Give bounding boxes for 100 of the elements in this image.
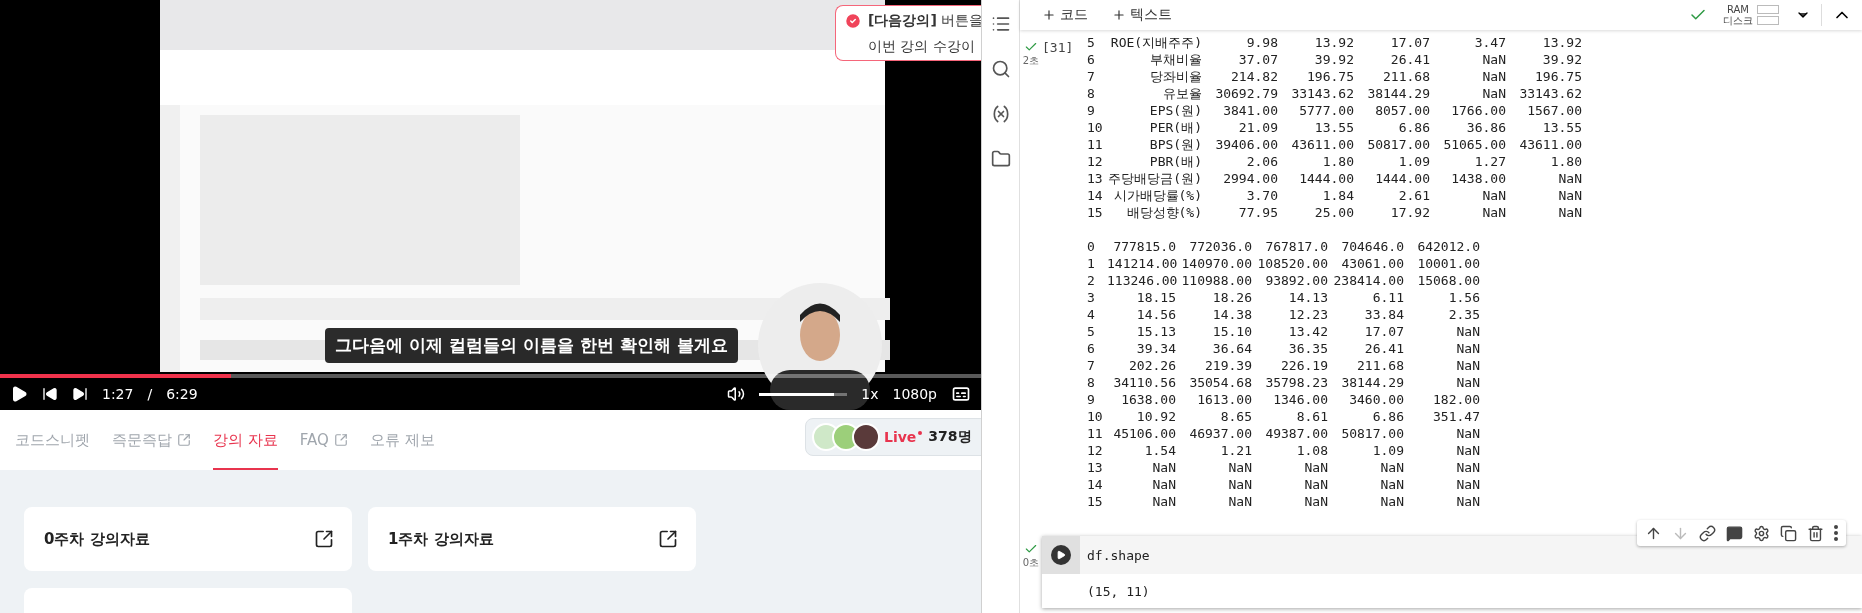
table-cell-text: NaN (1557, 204, 1582, 221)
table-cell-text: 43061.00 (1340, 255, 1404, 272)
run-time: 0초 (1022, 556, 1040, 570)
next-button[interactable] (72, 386, 88, 402)
row-index: 6 (1087, 51, 1096, 68)
table-cell-text: NaN (1481, 85, 1506, 102)
trash-icon (1807, 524, 1824, 542)
row-index: 15 (1087, 493, 1104, 510)
table-cell-text: 8.61 (1295, 408, 1328, 425)
play-button[interactable] (10, 385, 28, 403)
table-cell-text: 1.21 (1219, 442, 1252, 459)
table-cell-text: 2994.00 (1222, 170, 1278, 187)
table-cell-text: 5777.00 (1298, 102, 1354, 119)
more-button[interactable] (1834, 525, 1838, 541)
table-cell-text: 772036.0 (1188, 238, 1252, 255)
row-index: 15 (1087, 204, 1104, 221)
table-cell-text: NaN (1379, 493, 1404, 510)
subtitle: 그다음에 이제 컬럼들의 이름을 한번 확인해 볼게요 (325, 328, 738, 363)
table-cell: 주당배당금(원) (1107, 170, 1202, 187)
row-index: 5 (1087, 323, 1096, 340)
live-badge[interactable]: Live 378명 (805, 418, 981, 456)
table-cell-text: 1.56 (1447, 289, 1480, 306)
avatar (852, 423, 880, 451)
table-cell-text: 1.54 (1143, 442, 1176, 459)
table-cell-text: 777815.0 (1112, 238, 1176, 255)
menu-icon[interactable] (990, 14, 1011, 34)
table-cell-text: 49387.00 (1264, 425, 1328, 442)
row-index: 9 (1087, 102, 1096, 119)
table-cell-text: 17.07 (1389, 34, 1430, 51)
table-cell-text: NaN (1303, 493, 1328, 510)
table-cell-text: 18.26 (1211, 289, 1252, 306)
add-text-button[interactable]: 텍스트 (1108, 4, 1176, 26)
table-cell-text: 226.19 (1280, 357, 1328, 374)
search-icon[interactable] (990, 59, 1011, 79)
table-cell-text: 704646.0 (1340, 238, 1404, 255)
copy-button[interactable] (1780, 524, 1797, 542)
table-cell-text: 1444.00 (1374, 170, 1430, 187)
delete-button[interactable] (1807, 524, 1824, 542)
tab[interactable]: 강의 자료 (213, 410, 278, 470)
folder-icon[interactable] (990, 149, 1011, 169)
table-cell-text: NaN (1481, 68, 1506, 85)
captions-button[interactable] (951, 384, 971, 404)
table-cell-text: NaN (1303, 459, 1328, 476)
table-cell-text: 36.35 (1287, 340, 1328, 357)
table-cell-text: 642012.0 (1416, 238, 1480, 255)
table-cell-text: 14.13 (1287, 289, 1328, 306)
table-cell-text: 110988.00 (1180, 272, 1252, 289)
code-text: df.shape (1087, 547, 1150, 563)
live-label: Live (884, 429, 917, 445)
table-cell-text: 1.08 (1295, 442, 1328, 459)
table-cell: 141214.00 (1107, 255, 1176, 272)
table-cell-text: 351.47 (1432, 408, 1480, 425)
comment-button[interactable] (1726, 524, 1743, 542)
quality-button[interactable]: 1080p (892, 386, 937, 402)
table-cell-text: 14.56 (1135, 306, 1176, 323)
previous-button[interactable] (42, 386, 58, 402)
play-icon (1056, 550, 1066, 560)
table-cell-text: 2.61 (1397, 187, 1430, 204)
table-cell-text: NaN (1455, 374, 1480, 391)
cell-output: (15, 11) (1087, 583, 1150, 599)
row-index: 3 (1087, 289, 1096, 306)
table-cell: 113246.00 (1107, 272, 1176, 289)
table-cell-text: 2.35 (1447, 306, 1480, 323)
link-button[interactable] (1699, 524, 1716, 542)
table-cell-text: 35798.23 (1264, 374, 1328, 391)
table-cell-text: 6.11 (1371, 289, 1404, 306)
row-index: 13 (1087, 170, 1104, 187)
row-index: 2 (1087, 272, 1096, 289)
material-card[interactable]: 0주차 강의자료 (24, 507, 352, 571)
table-cell-text: 1346.00 (1272, 391, 1328, 408)
table-cell-text: 8.65 (1219, 408, 1252, 425)
table-cell-text: 3.47 (1473, 34, 1506, 51)
table-cell-text: 부채비율 (1149, 51, 1202, 68)
table-cell-text: 1.27 (1473, 153, 1506, 170)
table-cell-text: 36.86 (1465, 119, 1506, 136)
table-cell-text: 1.84 (1321, 187, 1354, 204)
material-card[interactable]: 1주차 강의자료 (368, 507, 696, 571)
table-cell-text: NaN (1455, 476, 1480, 493)
table-cell-text: 211.68 (1382, 68, 1430, 85)
table-cell-text: 1.80 (1321, 153, 1354, 170)
table-cell-text: 182.00 (1432, 391, 1480, 408)
table-cell-text: NaN (1481, 204, 1506, 221)
add-code-button[interactable]: 코드 (1038, 4, 1092, 26)
table-cell-text: 37.07 (1237, 51, 1278, 68)
volume-button[interactable] (727, 385, 746, 403)
table-cell-text: 17.07 (1363, 323, 1404, 340)
run-button[interactable] (1051, 545, 1071, 565)
link-icon (1699, 524, 1716, 542)
table-cell-text: NaN (1455, 459, 1480, 476)
resource-meter[interactable]: RAM 디스크 (1723, 4, 1779, 26)
row-index: 7 (1087, 68, 1096, 85)
table-cell-text: 6.86 (1397, 119, 1430, 136)
row-index: 10 (1087, 408, 1104, 425)
table-cell-text: NaN (1557, 187, 1582, 204)
table-cell-text: NaN (1151, 476, 1176, 493)
settings-button[interactable] (1753, 524, 1770, 542)
table-cell-text: 2.06 (1245, 153, 1278, 170)
table-cell-text: NaN (1481, 51, 1506, 68)
table-cell-text: 당좌비율 (1149, 68, 1202, 85)
speed-button[interactable]: 1x (861, 386, 879, 402)
